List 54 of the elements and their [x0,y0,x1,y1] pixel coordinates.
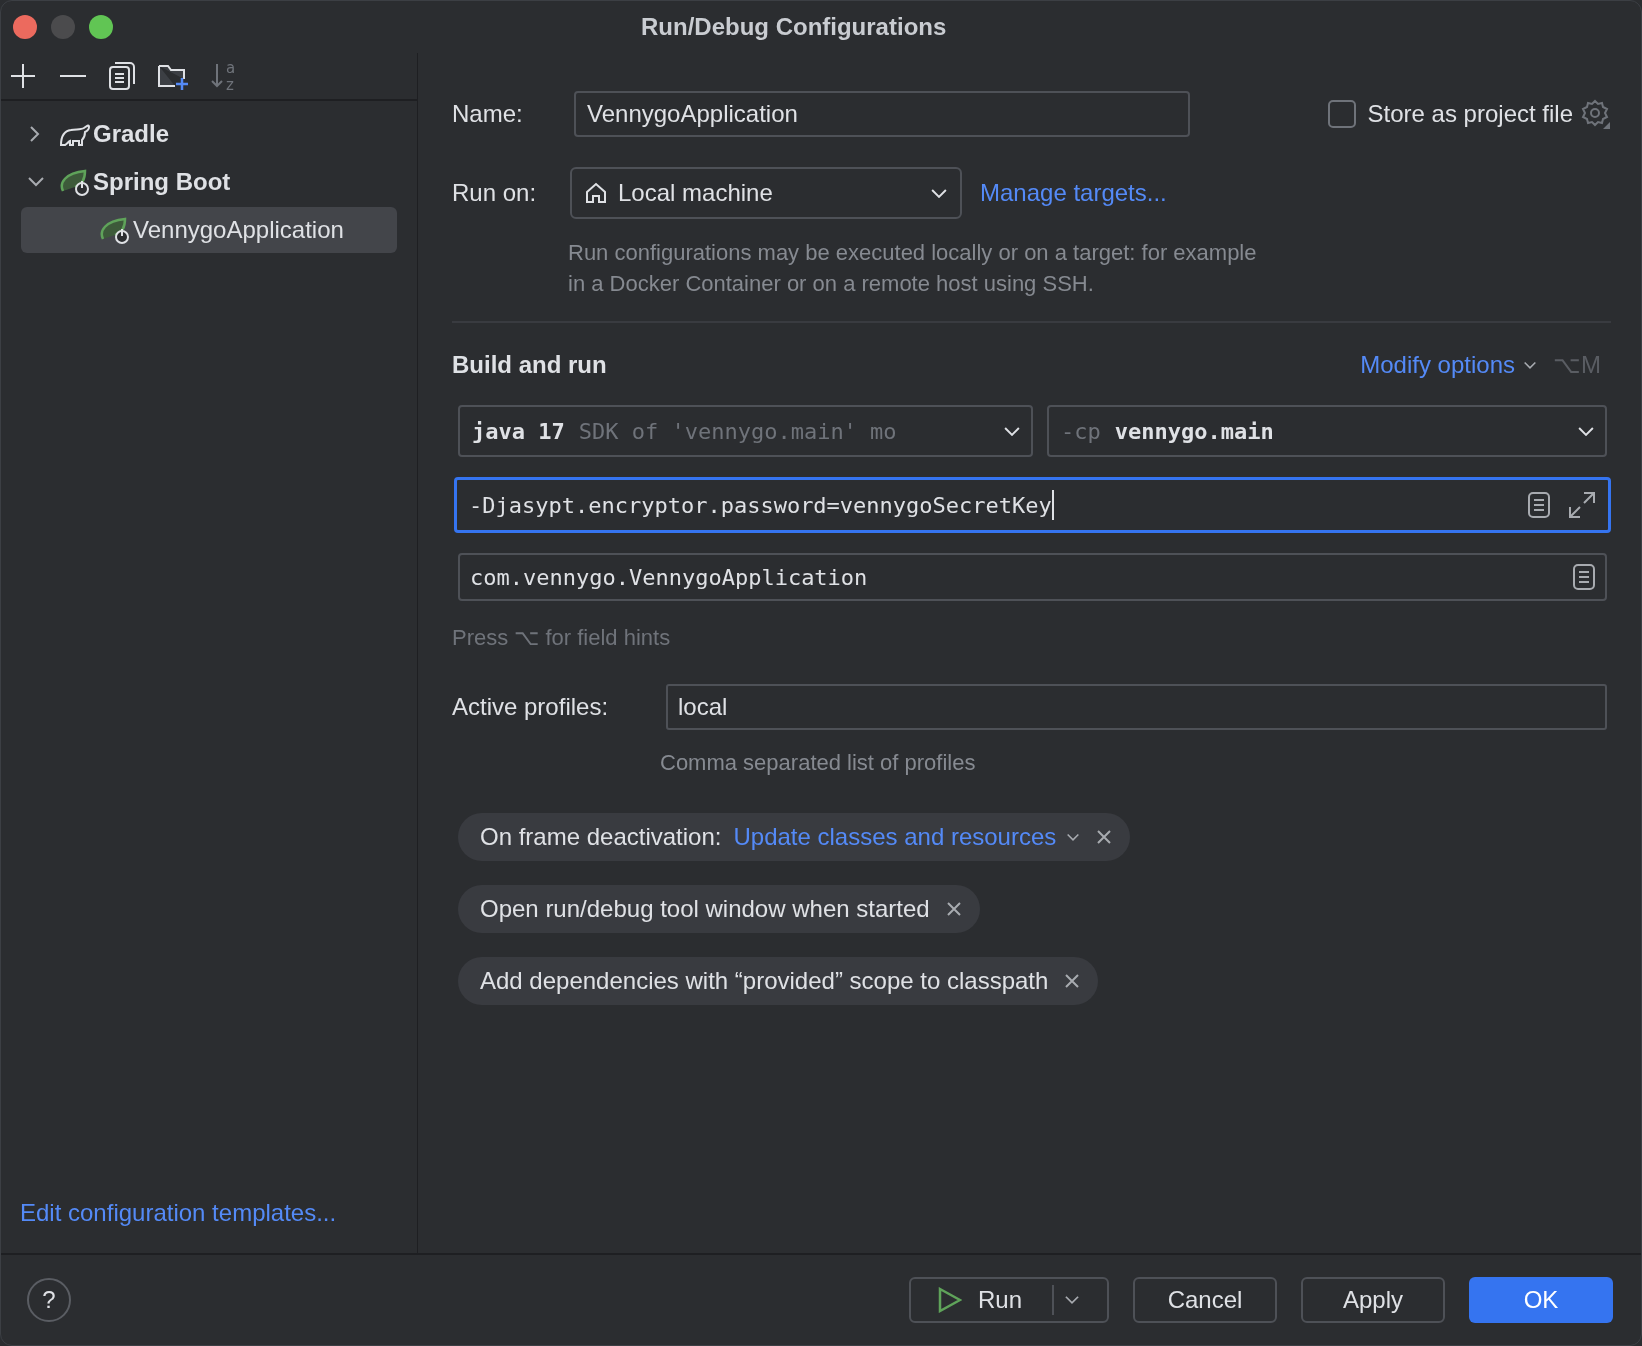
help-text: Comma separated list of profiles [660,749,977,777]
option-chip[interactable]: On frame deactivation: Update classes and resources [458,813,1131,861]
checkbox-label: Store as project file [1367,99,1573,129]
classpath-dropdown[interactable]: -cp vennygo.main [1047,405,1607,457]
jdk-dropdown[interactable]: java 17 SDK of 'vennygo.main' mo [458,405,1033,457]
new-folder-icon[interactable] [157,62,189,90]
tree-item[interactable]: VennygoApplication [21,207,397,253]
chevron-down-icon [1003,425,1021,437]
manage-targets-link[interactable]: Manage targets... [980,175,1167,211]
vm-options-field[interactable]: -Djasypt.encryptor.password=vennygoSecretKey [454,477,1611,533]
dialog-button[interactable]: OK [1469,1277,1613,1323]
close-icon[interactable] [1064,973,1081,989]
dialog-button[interactable]: Apply [1301,1277,1445,1323]
chevron-down-icon [1064,1295,1080,1305]
remove-icon[interactable] [59,74,87,78]
spring-boot-icon [99,215,131,245]
active-profiles-field[interactable]: local [666,684,1607,730]
list-icon[interactable] [1528,492,1550,518]
dialog-button[interactable]: Cancel [1133,1277,1277,1323]
run-on-label: Run on: [452,178,538,208]
expand-icon[interactable] [1568,491,1596,519]
option-chip[interactable]: Add dependencies with “provided” scope to classpath [458,957,1099,1005]
spring-boot-icon [59,167,91,197]
tree-item[interactable]: Spring Boot [21,159,397,205]
zoom-window-icon[interactable] [89,15,113,39]
name-field[interactable]: VennygoApplication [574,91,1190,137]
help-button[interactable]: ? [27,1278,71,1322]
active-profiles-label: Active profiles: [452,692,610,722]
section-title: Build and run [452,350,607,380]
option-chip[interactable]: Open run/debug tool window when started [458,885,980,933]
main-class-field[interactable]: com.vennygo.VennygoApplication [458,553,1607,601]
run-on-dropdown[interactable]: Local machine [570,167,962,219]
list-icon[interactable] [1573,564,1595,590]
settings-icon[interactable] [1581,99,1611,129]
edit-templates-link[interactable]: Edit configuration templates... [1,1195,417,1253]
run-button[interactable]: Run [909,1277,1109,1323]
window-title: Run/Debug Configurations [641,12,947,42]
close-window-icon[interactable] [13,15,37,39]
modify-options-button[interactable]: Modify options [1360,347,1537,383]
home-icon [584,181,608,205]
close-icon[interactable] [1096,829,1113,845]
chevron-down-icon [1066,832,1081,842]
chevron-down-icon [930,187,948,199]
chevron-down-icon [1577,425,1595,437]
close-icon[interactable] [945,901,962,917]
add-icon[interactable] [9,62,37,90]
chevron-down-icon [1523,360,1537,370]
play-icon [938,1287,962,1313]
tree-item[interactable]: Gradle [21,111,397,157]
hint-text: Press ⌥ for field hints [452,624,672,652]
copy-icon[interactable] [109,62,135,90]
name-label: Name: [452,99,524,129]
checkbox[interactable] [1327,100,1356,128]
help-text: Run configurations may be executed locally or on a target: for example in a Docker Container or on a remote host using SSH. [568,239,1258,298]
